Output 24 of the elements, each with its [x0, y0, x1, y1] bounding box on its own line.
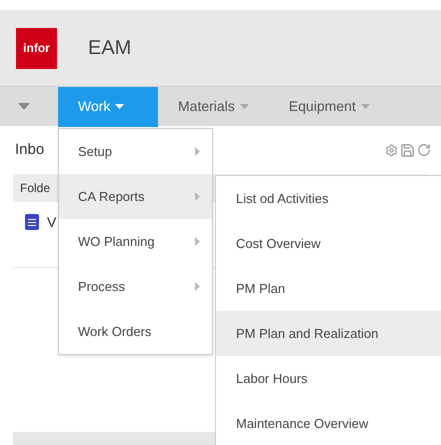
nav-tab[interactable]: Materials: [158, 86, 269, 126]
menu-item[interactable]: WO Planning: [59, 219, 212, 264]
caret-icon: [360, 104, 370, 110]
app-title: EAM: [88, 36, 132, 61]
menu-item[interactable]: Setup: [59, 129, 212, 174]
refresh-icon[interactable]: [417, 143, 431, 157]
menu-item[interactable]: Cost Overview: [216, 221, 441, 266]
nav-tab[interactable]: Equipment: [268, 86, 390, 126]
list-icon: [25, 214, 39, 230]
settings-icon[interactable]: [385, 144, 398, 156]
menu-item[interactable]: CA Reports: [59, 174, 212, 219]
menu-item[interactable]: Labor Hours: [216, 356, 441, 401]
menu-item[interactable]: Work Orders: [59, 309, 212, 354]
menu-item[interactable]: PM Plan: [216, 266, 441, 311]
panel-title: Inbo: [15, 140, 44, 160]
logo: infor: [16, 28, 57, 68]
caret-icon: [115, 104, 124, 110]
menu-item[interactable]: PM Plan and Realization: [216, 311, 441, 356]
menu-item[interactable]: Maintenance Overview: [216, 401, 441, 445]
list-item[interactable]: V: [47, 212, 56, 232]
caret-icon[interactable]: [18, 102, 30, 110]
menu-item[interactable]: Process: [59, 264, 212, 309]
save-icon[interactable]: [400, 142, 415, 158]
caret-icon: [240, 104, 249, 110]
